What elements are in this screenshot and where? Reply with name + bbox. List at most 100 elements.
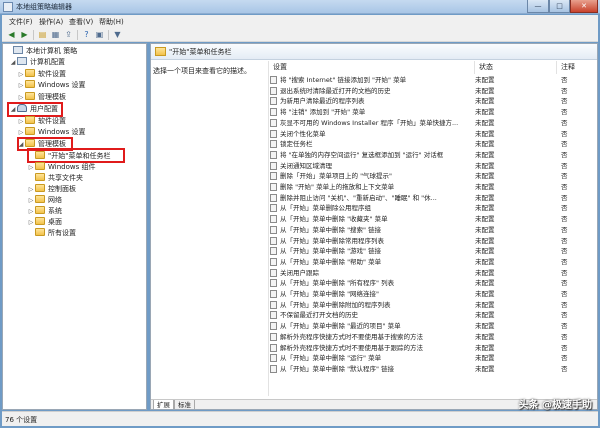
table-row[interactable]: 从「开始」菜单中删除 "网络连接" 未配置 否 (269, 289, 597, 299)
tree-system[interactable]: ▷ 系统 (27, 206, 62, 217)
status-text: 76 个设置 (5, 416, 38, 424)
row-state: 未配置 (475, 172, 495, 181)
column-header-comment[interactable]: 注释 (559, 61, 597, 74)
tree-control-panel[interactable]: ▷ 控制面板 (27, 184, 76, 195)
row-setting-name: 从「开始」菜单中删除 "所有程序" 列表 (280, 279, 395, 288)
row-state: 未配置 (475, 343, 495, 352)
tree-desktop[interactable]: ▷ 桌面 (27, 217, 62, 228)
table-row[interactable]: 将 "搜索 Internet" 链接添加到 "开始" 菜单 未配置 否 (269, 75, 597, 85)
table-row[interactable]: 关闭用户跟踪 未配置 否 (269, 268, 597, 278)
menu-file[interactable]: 文件(F) (9, 17, 33, 27)
collapse-arrow-icon[interactable]: ▷ (27, 217, 35, 228)
column-header-setting[interactable]: 设置 (271, 61, 475, 74)
maximize-button[interactable]: □ (549, 0, 570, 13)
table-row[interactable]: 从「开始」菜单中删除 "收藏夹" 菜单 未配置 否 (269, 214, 597, 224)
menu-action[interactable]: 操作(A) (39, 17, 63, 27)
column-header-state[interactable]: 状态 (477, 61, 557, 74)
row-setting-name: 删除 "开始" 菜单上的拖放和上下文菜单 (280, 183, 395, 191)
row-comment: 否 (561, 247, 568, 256)
title-bar: 本地组策略编辑器 — □ ✕ (0, 0, 600, 14)
row-state: 未配置 (475, 332, 495, 341)
policy-icon (270, 364, 277, 373)
table-row[interactable]: 关闭个性化菜单 未配置 否 (269, 129, 597, 139)
table-row[interactable]: 删除并阻止访问 "关机"、"重新启动"、"睡眠" 和 "休... 未配置 否 (269, 193, 597, 203)
table-row[interactable]: 从「开始」菜单中删除 "帮助" 菜单 未配置 否 (269, 257, 597, 267)
row-state: 未配置 (475, 108, 495, 117)
filter-icon[interactable]: ▼ (112, 30, 123, 40)
table-row[interactable]: 从「开始」菜单中删除 "默认程序" 链接 未配置 否 (269, 364, 597, 374)
tab-standard[interactable]: 标准 (174, 400, 195, 409)
folder-icon (155, 47, 166, 56)
expand-arrow-icon[interactable]: ◢ (9, 57, 17, 68)
table-row[interactable]: 从「开始」菜单中删除 "搜索" 链接 未配置 否 (269, 225, 597, 235)
export-icon[interactable]: ⇪ (63, 30, 74, 40)
collapse-arrow-icon[interactable]: ▷ (27, 195, 35, 206)
computer-icon (13, 46, 23, 54)
table-row[interactable]: 不保留最近打开文档的历史 未配置 否 (269, 310, 597, 320)
row-setting-name: 从「开始」菜单中删除 "网络连接" (280, 290, 380, 298)
table-row[interactable]: 解析外壳程序快捷方式时不要使用基于跟踪的方法 未配置 否 (269, 343, 597, 353)
collapse-arrow-icon[interactable]: ▷ (27, 162, 35, 173)
table-row[interactable]: 解析外壳程序快捷方式时不要使用基于搜索的方法 未配置 否 (269, 332, 597, 342)
row-state: 未配置 (475, 193, 495, 202)
row-state: 未配置 (475, 204, 495, 213)
row-setting-name: 从「开始」菜单中删除 "运行" 菜单 (280, 354, 382, 363)
table-row[interactable]: 锁定任务栏 未配置 否 (269, 139, 597, 149)
tree-all-settings[interactable]: 所有设置 (27, 228, 76, 239)
table-row[interactable]: 从「开始」菜单中删除附加的程序列表 未配置 否 (269, 300, 597, 310)
help-icon[interactable]: ? (81, 30, 92, 40)
collapse-arrow-icon[interactable]: ▷ (17, 80, 25, 91)
policy-icon (270, 183, 277, 191)
row-state: 未配置 (475, 86, 495, 95)
tree-computer-config[interactable]: ◢ 计算机配置 (9, 57, 65, 68)
menu-help[interactable]: 帮助(H) (99, 17, 124, 27)
policy-icon (270, 311, 277, 320)
row-setting-name: 关闭用户跟踪 (280, 268, 319, 277)
menu-view[interactable]: 查看(V) (69, 17, 93, 27)
table-row[interactable]: 从「开始」菜单中删除 "游戏" 链接 未配置 否 (269, 246, 597, 256)
tree-cc-software[interactable]: ▷ 软件设置 (17, 69, 66, 80)
table-row[interactable]: 从「开始」菜单中删除 "运行" 菜单 未配置 否 (269, 353, 597, 363)
tree-win-components[interactable]: ▷ Windows 组件 (27, 162, 95, 173)
table-row[interactable]: 将 "注销" 添加到 "开始" 菜单 未配置 否 (269, 107, 597, 117)
table-row[interactable]: 删除 "开始" 菜单上的拖放和上下文菜单 未配置 否 (269, 182, 597, 192)
tree-shared-folders[interactable]: 共享文件夹 (27, 173, 83, 184)
close-button[interactable]: ✕ (570, 0, 598, 13)
row-setting-name: 将 "搜索 Internet" 链接添加到 "开始" 菜单 (280, 76, 407, 84)
view-icon[interactable]: ▣ (94, 30, 105, 40)
forward-icon[interactable]: ▶ (19, 30, 30, 40)
collapse-arrow-icon[interactable]: ▷ (27, 184, 35, 195)
table-row[interactable]: 为新用户清除最近的程序列表 未配置 否 (269, 96, 597, 106)
row-setting-name: 从「开始」菜单中删除 "最近的项目" 菜单 (280, 322, 401, 331)
policy-icon (270, 257, 277, 266)
table-row[interactable]: 将 "在单独的内存空间运行" 复选框添加到 "运行" 对话框 未配置 否 (269, 150, 597, 160)
collapse-arrow-icon[interactable]: ▷ (17, 69, 25, 80)
table-row[interactable]: 从「开始」菜单删除公用程序组 未配置 否 (269, 203, 597, 213)
tree-uc-software[interactable]: ▷ 软件设置 (17, 116, 66, 127)
table-row[interactable]: 从「开始」菜单中删除常用程序列表 未配置 否 (269, 236, 597, 246)
collapse-arrow-icon[interactable]: ▷ (27, 206, 35, 217)
row-setting-name: 锁定任务栏 (280, 140, 313, 149)
folder-up-icon[interactable]: ▤ (37, 30, 48, 40)
table-row[interactable]: 从「开始」菜单中删除 "所有程序" 列表 未配置 否 (269, 278, 597, 288)
collapse-arrow-icon[interactable]: ▷ (17, 116, 25, 127)
tree-cc-windows[interactable]: ▷ Windows 设置 (17, 80, 85, 91)
table-row[interactable]: 从「开始」菜单中删除 "最近的项目" 菜单 未配置 否 (269, 321, 597, 331)
tree-network[interactable]: ▷ 网络 (27, 195, 62, 206)
table-row[interactable]: 退出系统时清除最近打开的文档的历史 未配置 否 (269, 86, 597, 96)
table-row[interactable]: 删除「开始」菜单项目上的 "气球提示" 未配置 否 (269, 171, 597, 181)
tree-root[interactable]: 本地计算机 策略 (5, 46, 77, 57)
back-icon[interactable]: ◀ (6, 30, 17, 40)
row-setting-name: 从「开始」菜单中删除 "收藏夹" 菜单 (280, 215, 388, 224)
tab-extended[interactable]: 扩展 (153, 400, 174, 409)
row-setting-name: 解析外壳程序快捷方式时不要使用基于搜索的方法 (280, 332, 423, 341)
row-setting-name: 为新用户清除最近的程序列表 (280, 97, 365, 106)
policy-icon (270, 247, 277, 256)
minimize-button[interactable]: — (527, 0, 549, 13)
row-comment: 否 (561, 204, 568, 213)
row-comment: 否 (561, 193, 568, 202)
table-row[interactable]: 灰显不可用的 Windows Installer 程序「开始」菜单快捷方... 未… (269, 118, 597, 128)
table-row[interactable]: 关闭通知区域清理 未配置 否 (269, 161, 597, 171)
properties-icon[interactable]: ▦ (50, 30, 61, 40)
row-setting-name: 解析外壳程序快捷方式时不要使用基于跟踪的方法 (280, 343, 423, 352)
